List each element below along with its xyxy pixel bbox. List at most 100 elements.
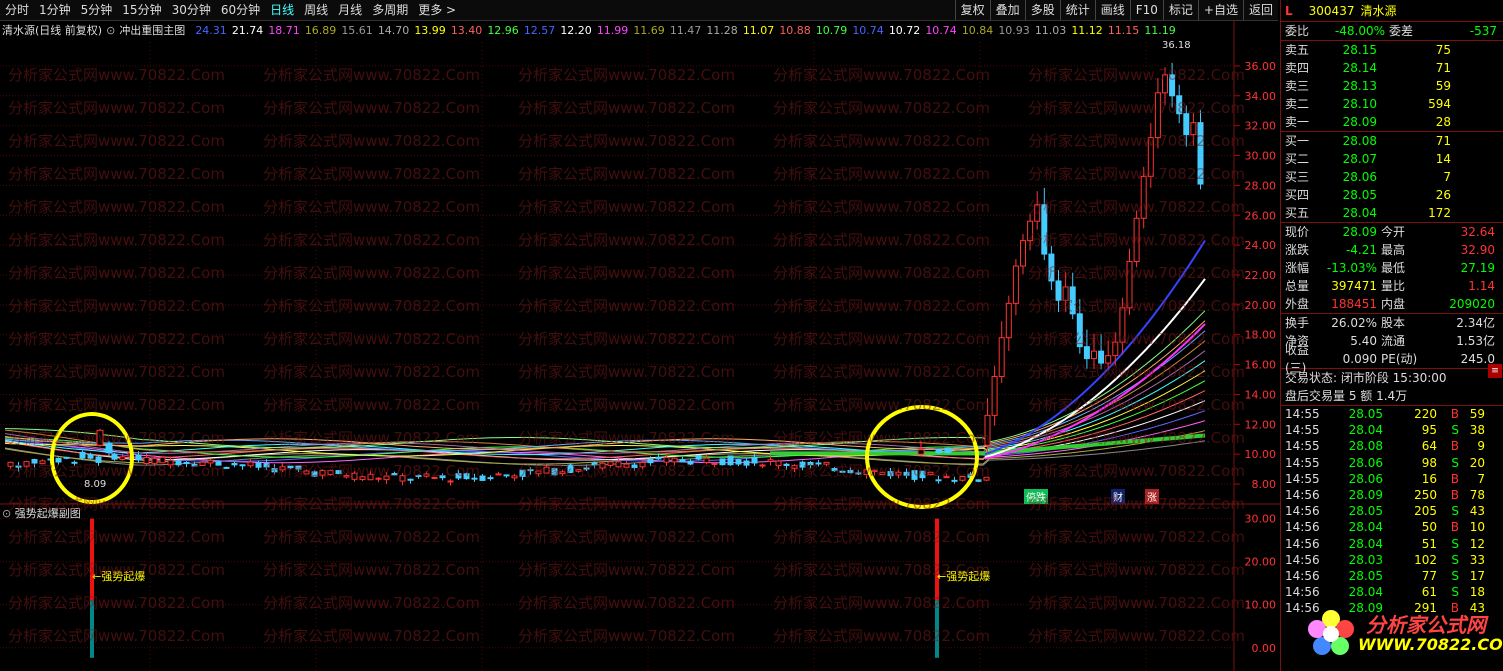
- candle-body: [887, 471, 894, 477]
- annotation-tingdie[interactable]: 停跌: [1024, 489, 1048, 504]
- quote-panel: L 300437 清水源 委比 -48.00% 委差 -537 卖五 28.15 7…: [1280, 0, 1503, 671]
- period-tab-1[interactable]: 1分钟: [34, 0, 76, 20]
- tool-button-0[interactable]: 复权: [954, 0, 990, 20]
- candle-body: [391, 473, 398, 476]
- period-tab-3[interactable]: 15分钟: [117, 0, 166, 20]
- tool-button-7[interactable]: +自选: [1197, 0, 1243, 20]
- candle-body: [1176, 95, 1183, 115]
- indicator-name[interactable]: 冲出重围主图: [119, 22, 185, 38]
- stock-code[interactable]: 300437: [1309, 4, 1355, 18]
- tool-button-1[interactable]: 叠加: [989, 0, 1025, 20]
- tool-button-5[interactable]: F10: [1129, 0, 1163, 20]
- tick-row[interactable]: 14:56 28.04 61 S 18: [1281, 584, 1503, 600]
- ma-value: 11.12: [1071, 23, 1103, 37]
- tick-row[interactable]: 14:56 28.09 250 B 78: [1281, 487, 1503, 503]
- price-tick-label: 14.00: [1245, 388, 1277, 401]
- period-tab-8[interactable]: 月线: [333, 0, 367, 20]
- buy-row[interactable]: 买一 28.08 71: [1281, 132, 1503, 150]
- candle-body: [1034, 204, 1041, 222]
- max-price-label: 36.18: [1162, 40, 1191, 51]
- candle-body: [823, 461, 830, 465]
- candle-body: [935, 449, 943, 454]
- candle-body: [1005, 302, 1012, 339]
- main-chart-header: 清水源(日线 前复权) ⊙ 冲出重围主图 24.31 21.74 18.71 16.8…: [2, 22, 1234, 38]
- kline-chart[interactable]: 36.00 34.00 32.00 30.00 28.00 26.00 24.00 22.00…: [0, 20, 1280, 671]
- price-tick-label: 18.00: [1245, 329, 1277, 342]
- period-toolbar: 分时 1分钟 5分钟 15分钟 30分钟 60分钟 日线 周线 月线 多周期 更多 > 复权 叠加 多股…: [0, 0, 1278, 21]
- tick-row[interactable]: 14:55 28.08 64 B 9: [1281, 438, 1503, 454]
- candle-body: [1162, 74, 1168, 94]
- sub-indicator-name[interactable]: 强势起爆副图: [15, 507, 81, 520]
- candle-body: [319, 470, 326, 476]
- sell-row[interactable]: 卖三 28.13 59: [1281, 77, 1503, 95]
- candle-body: [487, 477, 494, 480]
- tick-row[interactable]: 14:56 28.05 77 S 17: [1281, 568, 1503, 584]
- tick-row[interactable]: 14:55 28.06 16 B 7: [1281, 471, 1503, 487]
- candle-body: [95, 456, 102, 463]
- ma-value: 11.28: [706, 23, 738, 37]
- candle-body: [847, 470, 854, 474]
- candle-body: [631, 464, 638, 469]
- buy-row[interactable]: 买四 28.05 26: [1281, 186, 1503, 204]
- tool-button-2[interactable]: 多股: [1024, 0, 1060, 20]
- sell-row[interactable]: 卖四 28.14 71: [1281, 59, 1503, 77]
- kline-svg[interactable]: 36.00 34.00 32.00 30.00 28.00 26.00 24.00 22.00…: [0, 20, 1280, 671]
- tick-row[interactable]: 14:56 28.05 205 S 43: [1281, 503, 1503, 519]
- buy-row[interactable]: 买三 28.06 7: [1281, 168, 1503, 186]
- candle-body: [599, 462, 606, 469]
- period-tab-6[interactable]: 日线: [265, 0, 299, 20]
- stat-row: 现价 28.09 今开 32.64: [1285, 225, 1495, 239]
- candle-body: [751, 456, 758, 464]
- stat-row: 收益(三) 0.090 PE(动) 245.0: [1285, 343, 1495, 375]
- sell-row[interactable]: 卖五 28.15 75: [1281, 41, 1503, 59]
- price-tick-label: 24.00: [1245, 239, 1277, 252]
- tick-row[interactable]: 14:55 28.06 98 S 20: [1281, 455, 1503, 471]
- tick-row[interactable]: 14:56 28.04 51 S 12: [1281, 536, 1503, 552]
- period-tab-4[interactable]: 30分钟: [167, 0, 216, 20]
- tool-button-8[interactable]: 返回: [1242, 0, 1278, 20]
- annotation-zhang[interactable]: 涨: [1145, 489, 1159, 504]
- ma-value: 11.19: [1144, 23, 1176, 37]
- candle-body: [1154, 92, 1161, 139]
- min-price-label: 8.09: [84, 479, 107, 490]
- candle-body: [951, 479, 958, 482]
- candle-body: [23, 461, 30, 467]
- stock-name[interactable]: 清水源: [1360, 2, 1396, 19]
- buy-row[interactable]: 买五 28.04 172: [1281, 204, 1503, 222]
- period-tab-5[interactable]: 60分钟: [216, 0, 265, 20]
- tool-button-6[interactable]: 标记: [1162, 0, 1198, 20]
- candle-body: [567, 464, 574, 474]
- tick-list[interactable]: 14:55 28.05 220 B 59 14:55 28.04 95 S 38 14:55 28.0…: [1281, 406, 1503, 616]
- tick-row[interactable]: 14:56 28.04 50 B 10: [1281, 519, 1503, 535]
- buy-row[interactable]: 买二 28.07 14: [1281, 150, 1503, 168]
- tool-button-4[interactable]: 画线: [1094, 0, 1130, 20]
- ma-value: 12.57: [523, 23, 556, 37]
- period-tab-7[interactable]: 周线: [299, 0, 333, 20]
- signal-label-1: ←强势起爆: [92, 570, 146, 583]
- tool-button-3[interactable]: 统计: [1059, 0, 1095, 20]
- tool-buttons: 复权 叠加 多股 统计 画线 F10 标记 +自选 返回: [954, 0, 1278, 20]
- sell-row[interactable]: 卖二 28.10 594: [1281, 95, 1503, 113]
- candle-body: [431, 476, 438, 479]
- annotation-cai[interactable]: 财: [1111, 489, 1125, 504]
- candle-body: [287, 465, 294, 469]
- candle-body: [447, 480, 454, 483]
- candle-body: [295, 465, 302, 470]
- candle-body: [1112, 341, 1119, 357]
- tick-row[interactable]: 14:56 28.03 102 S 33: [1281, 552, 1503, 568]
- candle-body: [1183, 113, 1190, 136]
- dropdown-icon[interactable]: ⊙: [2, 507, 11, 520]
- period-tab-9[interactable]: 多周期: [367, 0, 413, 20]
- scroll-down-icon[interactable]: ≡: [1488, 364, 1502, 378]
- sell-row[interactable]: 卖一 28.09 28: [1281, 113, 1503, 131]
- candle-body: [1133, 217, 1140, 263]
- signal-bar-red: [935, 518, 939, 601]
- price-tick-label: 16.00: [1245, 359, 1277, 372]
- period-tab-2[interactable]: 5分钟: [76, 0, 118, 20]
- dropdown-icon[interactable]: ⊙: [106, 24, 115, 37]
- period-tab-0[interactable]: 分时: [0, 0, 34, 20]
- period-tab-10[interactable]: 更多 >: [413, 0, 461, 20]
- tick-row[interactable]: 14:55 28.04 95 S 38: [1281, 422, 1503, 438]
- tick-row[interactable]: 14:55 28.05 220 B 59: [1281, 406, 1503, 422]
- candle-body: [119, 456, 126, 460]
